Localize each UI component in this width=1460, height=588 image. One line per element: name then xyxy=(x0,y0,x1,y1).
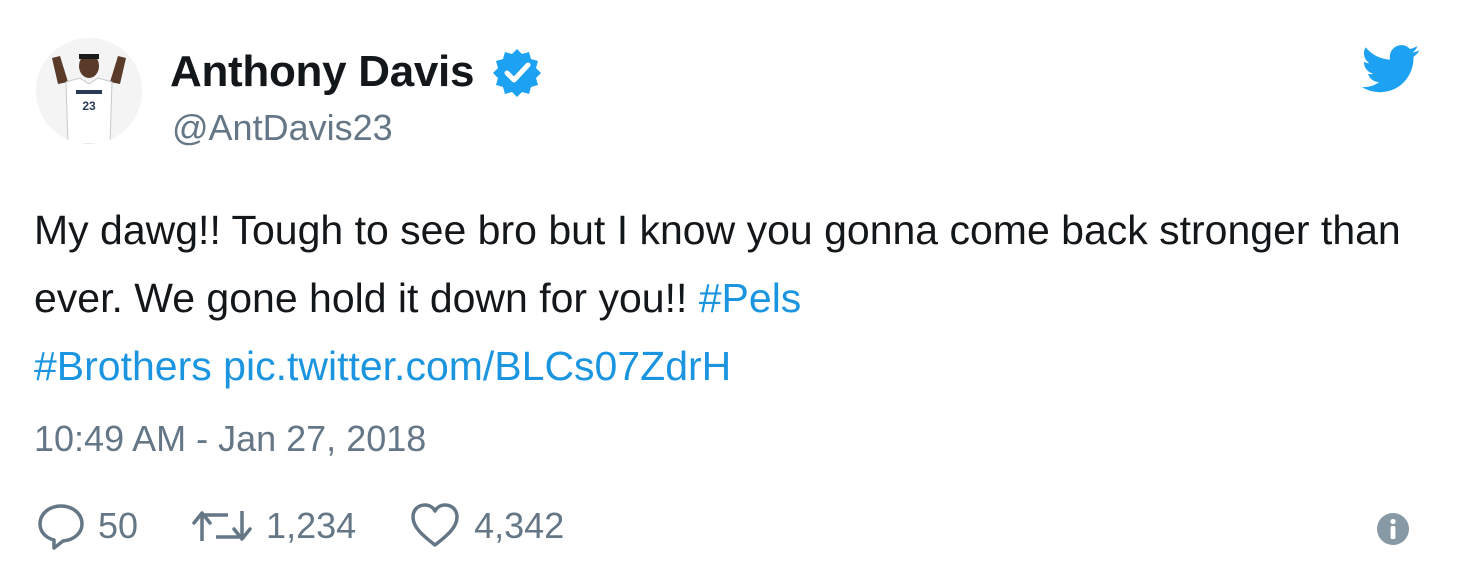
hashtag-link[interactable]: #Pels xyxy=(699,275,802,321)
twitter-bird-icon[interactable] xyxy=(1361,44,1420,94)
avatar-jersey-number: 23 xyxy=(82,99,96,113)
like-count: 4,342 xyxy=(474,505,565,546)
reply-button[interactable]: 50 xyxy=(36,501,138,551)
retweet-arrows-icon xyxy=(192,511,252,541)
author-display-name[interactable]: Anthony Davis xyxy=(170,42,474,102)
reply-count: 50 xyxy=(98,505,139,546)
media-link[interactable]: pic.twitter.com/BLCs07ZdrH xyxy=(223,343,731,389)
tweet-text: My dawg!! Tough to see bro but I know yo… xyxy=(34,196,1414,400)
retweet-button[interactable]: 1,234 xyxy=(190,501,356,551)
author-name-row: Anthony Davis xyxy=(170,42,542,102)
tweet-actions: 50 1,234 4,342 xyxy=(36,498,616,554)
like-button[interactable]: 4,342 xyxy=(408,501,564,551)
tweet-card: 23 Anthony Davis @AntDavis23 My dawg!! T… xyxy=(0,0,1460,588)
author-handle[interactable]: @AntDavis23 xyxy=(172,104,393,152)
tweet-timestamp[interactable]: 10:49 AM - Jan 27, 2018 xyxy=(34,414,426,464)
avatar-photo: 23 xyxy=(36,38,142,144)
verified-badge-icon xyxy=(492,47,542,97)
avatar[interactable]: 23 xyxy=(36,38,142,144)
info-circle-icon[interactable] xyxy=(1376,512,1410,546)
retweet-count: 1,234 xyxy=(266,505,357,546)
heart-icon xyxy=(411,503,459,547)
hashtag-link[interactable]: #Brothers xyxy=(34,343,212,389)
reply-bubble-icon xyxy=(38,504,84,550)
